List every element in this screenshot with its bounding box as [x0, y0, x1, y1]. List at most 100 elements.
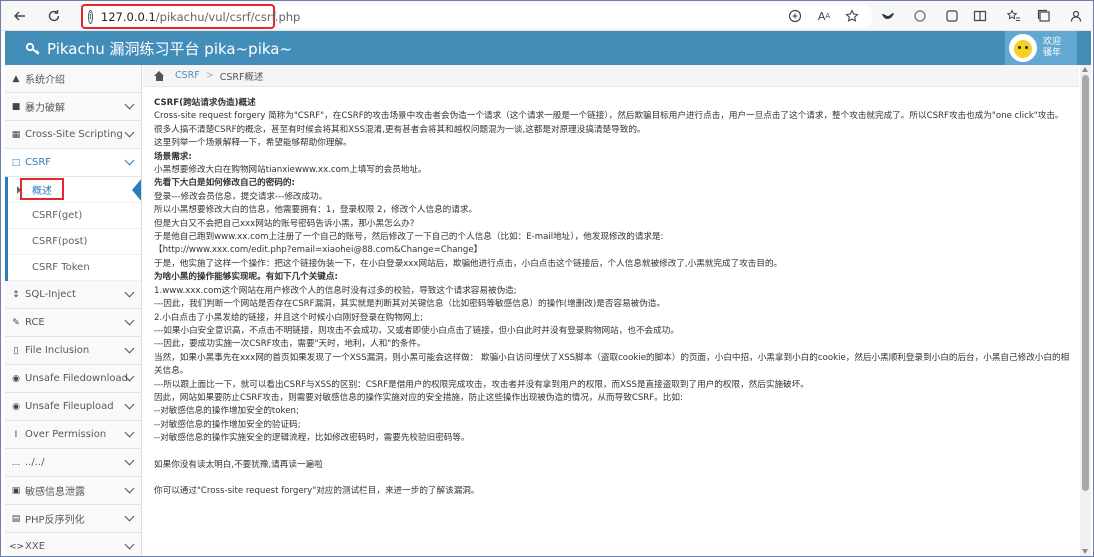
key-icon	[25, 42, 40, 55]
content-paragraph: --对敏感信息的操作实施安全的逻辑流程，比如修改密码时，需要先校验旧密码等。	[154, 433, 470, 444]
translate-icon[interactable]	[784, 5, 806, 27]
sidebar-item-filedownload[interactable]: ◉ Unsafe Filedownload	[5, 365, 141, 393]
sidebar-item-label: XXE	[25, 541, 46, 552]
content-paragraph: ---如果小白安全意识高，不点击不明链接，则攻击不会成功，又或者即使小白点击了链…	[154, 325, 679, 336]
address-bar[interactable]: i 127.0.0.1/pikachu/vul/csrf/csrf.php	[81, 4, 300, 29]
content-paragraph: 于是，他实施了这样一个操作：把这个链接伪装一下，在小白登录xxx网站后，欺骗他进…	[154, 258, 783, 269]
highlight-box	[20, 178, 64, 200]
content-heading: 先看下大白是如何修改自己的密码的:	[154, 178, 295, 189]
sidebar-item-intro[interactable]: ▲ 系统介绍	[5, 65, 141, 93]
sidebar-item-over-permission[interactable]: I Over Permission	[5, 421, 141, 449]
content-paragraph: Cross-site request forgery 简称为"CSRF"，在CS…	[154, 111, 1064, 135]
sidebar-item-bruteforce[interactable]: ■ 暴力破解	[5, 93, 141, 121]
sidebar-item-label: SQL-Inject	[25, 289, 76, 300]
content-paragraph: 你可以通过"Cross-site request forgery"对应的测试栏目…	[154, 485, 480, 496]
content-heading: CSRF(跨站请求伪造)概述	[154, 98, 256, 108]
sidebar-item-xss[interactable]: ▦ Cross-Site Scripting	[5, 121, 141, 149]
split-screen-icon[interactable]	[969, 5, 991, 27]
csrf-submenu: 概述 CSRF(get) CSRF(post) CSRF Token	[5, 177, 141, 281]
sidebar-subitem-overview[interactable]: 概述	[8, 177, 141, 203]
code-icon: <>	[9, 541, 25, 552]
content-paragraph: 小黑想要修改大白在购物网站tianxiewww.xx.com上填写的会员地址。	[154, 165, 427, 176]
content-paragraph: --对敏感信息的操作增加安全的验证码;	[154, 419, 301, 430]
pencil-icon: ✎	[12, 317, 20, 328]
welcome-line-1: 欢迎	[1043, 37, 1062, 47]
site-info-icon[interactable]: i	[88, 9, 93, 24]
layers-icon: ▤	[11, 513, 21, 524]
favorites-icon[interactable]	[1003, 5, 1025, 27]
user-menu[interactable]: 欢迎 骚年	[1005, 31, 1077, 65]
sidebar-subitem-label: CSRF(get)	[32, 210, 83, 221]
content-paragraph: 但是大白又不会把自己xxx网站的账号密码告诉小黑，那小黑怎么办?	[154, 218, 415, 229]
content-paragraph: 所以小黑想要修改大白的信息，他需要拥有：1，登录权限 2，修改个人信息的请求。	[154, 205, 478, 216]
sidebar-item-label: 暴力破解	[25, 103, 65, 114]
scrollbar-thumb[interactable]	[1082, 75, 1089, 491]
chevron-down-icon	[124, 343, 135, 354]
breadcrumb-separator: >	[205, 70, 214, 81]
profile-icon[interactable]	[1065, 5, 1087, 27]
sidebar-subitem-label: CSRF(post)	[32, 236, 88, 247]
url-host: 127.0.0.1	[100, 9, 156, 24]
sidebar-item-sqli[interactable]: ↕ SQL-Inject	[5, 281, 141, 309]
sidebar-item-file-inclusion[interactable]: ▯ File Inclusion	[5, 337, 141, 365]
sidebar-item-label: RCE	[25, 317, 45, 328]
sidebar-item-info-leak[interactable]: ▣ 敏感信息泄露	[5, 477, 141, 505]
sidebar-item-label: 系统介绍	[25, 75, 65, 86]
sidebar-subitem-csrf-post[interactable]: CSRF(post)	[8, 229, 141, 255]
welcome-text: 欢迎 骚年	[1043, 37, 1061, 59]
sidebar: ▲ 系统介绍 ■ 暴力破解 ▦ Cross-Site Scripting □ C…	[5, 65, 142, 556]
read-aloud-icon[interactable]: AA	[813, 5, 835, 27]
content-paragraph: 如果你没有读太明白,不要犹豫,请再读一遍啦	[154, 459, 323, 470]
scrollbar[interactable]	[1080, 65, 1091, 556]
lock-icon: ■	[11, 101, 21, 112]
sidebar-item-label: Unsafe Filedownload	[25, 373, 128, 384]
collections-icon[interactable]	[1033, 5, 1055, 27]
scroll-down-icon[interactable]	[1082, 549, 1088, 554]
scroll-up-icon[interactable]	[1082, 67, 1088, 72]
chevron-down-icon	[124, 155, 135, 166]
article-content: CSRF(跨站请求伪造)概述 Cross-site request forgery…	[154, 97, 1072, 547]
content-heading: 场景需求:	[154, 151, 192, 162]
content-paragraph: ---因此，我们判断一个网站是否存在CSRF漏洞，其实就是判断其对关键信息（比如…	[154, 299, 666, 310]
home-icon[interactable]	[154, 70, 165, 81]
chevron-down-icon	[124, 287, 135, 298]
content-paragraph: ---所以跟上面比一下，就可以看出CSRF与XSS的区别：CSRF是借用户的权限…	[154, 379, 809, 390]
browser-window: i 127.0.0.1/pikachu/vul/csrf/csrf.php AA	[0, 0, 1094, 557]
fire-icon: □	[11, 157, 21, 168]
breadcrumb-link-csrf[interactable]: CSRF	[175, 70, 200, 81]
welcome-line-2: 骚年	[1043, 48, 1062, 58]
content-paragraph: 当然，如果小黑事先在xxx网的首页如果发现了一个XSS漏洞，则小黑可能会这样做：…	[154, 352, 1070, 377]
sidebar-item-label: Cross-Site Scripting	[25, 129, 123, 140]
sidebar-item-php-unserialize[interactable]: ▤ PHP反序列化	[5, 505, 141, 533]
chevron-down-icon	[124, 315, 135, 326]
sidebar-item-fileupload[interactable]: ◉ Unsafe Fileupload	[5, 393, 141, 421]
refresh-icon[interactable]	[43, 5, 65, 27]
content-paragraph: 这里列举一个场景解释一下，希望能够帮助你理解。	[154, 138, 352, 149]
sidebar-item-csrf[interactable]: □ CSRF	[5, 149, 141, 177]
content-paragraph: ---因此，要成功实施一次CSRF攻击，需要"天时，地利，人和"的条件。	[154, 339, 426, 350]
avatar	[1009, 34, 1037, 62]
extension-circle-icon[interactable]	[909, 5, 931, 27]
extension-bird-icon[interactable]	[877, 5, 899, 27]
content-paragraph: 【http://www.xxx.com/edit.php?email=xiaoh…	[154, 245, 483, 256]
sidebar-item-xxe[interactable]: <> XXE	[5, 533, 141, 556]
chevron-down-icon	[124, 539, 135, 550]
arrows-icon: ↕	[12, 289, 20, 300]
favorite-icon[interactable]	[841, 5, 863, 27]
app-title[interactable]: Pikachu 漏洞练习平台 pika~pika~	[25, 38, 292, 59]
sidebar-item-label: Over Permission	[25, 429, 107, 440]
sidebar-item-dir-traversal[interactable]: … ../../	[5, 449, 141, 477]
url-text[interactable]: 127.0.0.1/pikachu/vul/csrf/csrf.php	[101, 10, 300, 24]
breadcrumb-current: CSRF概述	[219, 71, 264, 83]
back-icon[interactable]	[9, 5, 31, 27]
extensions-icon[interactable]	[941, 5, 963, 27]
chevron-down-icon	[124, 483, 135, 494]
content-heading: 为啥小黑的操作能够实现呢。有如下几个关键点:	[154, 272, 338, 283]
sidebar-item-rce[interactable]: ✎ RCE	[5, 309, 141, 337]
sidebar-subitem-csrf-get[interactable]: CSRF(get)	[8, 203, 141, 229]
chevron-down-icon	[124, 427, 135, 438]
sidebar-item-label: ../../	[25, 457, 45, 468]
sidebar-subitem-csrf-token[interactable]: CSRF Token	[8, 255, 141, 281]
